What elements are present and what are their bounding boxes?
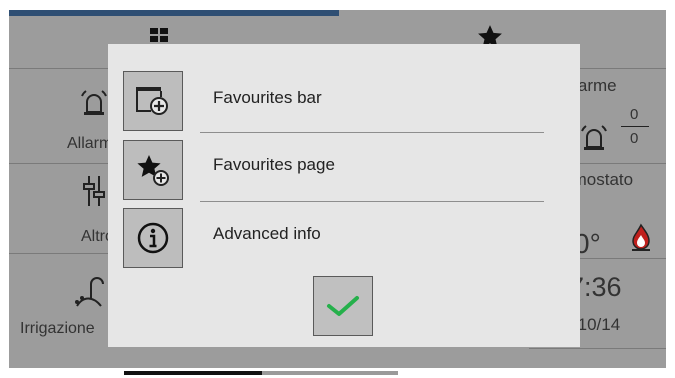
alarm-count-bottom: 0 [630, 130, 639, 147]
tile-border [529, 348, 666, 349]
row-divider [200, 132, 544, 133]
advanced-info-label[interactable]: Advanced info [213, 224, 321, 244]
row-divider [200, 201, 544, 202]
sliders-icon [83, 176, 105, 206]
star-add-icon [137, 155, 169, 186]
favourites-page-label[interactable]: Favourites page [213, 155, 335, 175]
device-screen: Allarmi Altro Irrigazione Allarme 0 0 Te… [0, 0, 675, 378]
top-progress-bar [9, 10, 339, 16]
alarm-count-top: 0 [630, 106, 639, 123]
flame-icon [632, 223, 650, 251]
fraction-line [621, 126, 649, 127]
favourites-bar-label[interactable]: Favourites bar [213, 88, 322, 108]
tile-label-irrigazione: Irrigazione [20, 320, 95, 337]
page-indicator-fill [124, 371, 262, 375]
info-circle-icon [137, 222, 169, 254]
irrigation-icon [75, 277, 104, 307]
alarm-siren-icon [81, 90, 107, 115]
favourites-bar-add-icon [136, 87, 168, 115]
favourites-page-button[interactable] [123, 140, 183, 200]
tile-divider [9, 253, 109, 254]
tile-divider [9, 163, 109, 164]
confirm-button[interactable] [313, 276, 373, 336]
grid-icon [150, 28, 168, 42]
alarm-siren-icon-right [581, 125, 607, 150]
checkmark-icon [327, 296, 359, 316]
advanced-info-button[interactable] [123, 208, 183, 268]
favourites-dialog: Favourites bar Favourites page Advanced … [108, 44, 580, 347]
favourites-bar-button[interactable] [123, 71, 183, 131]
